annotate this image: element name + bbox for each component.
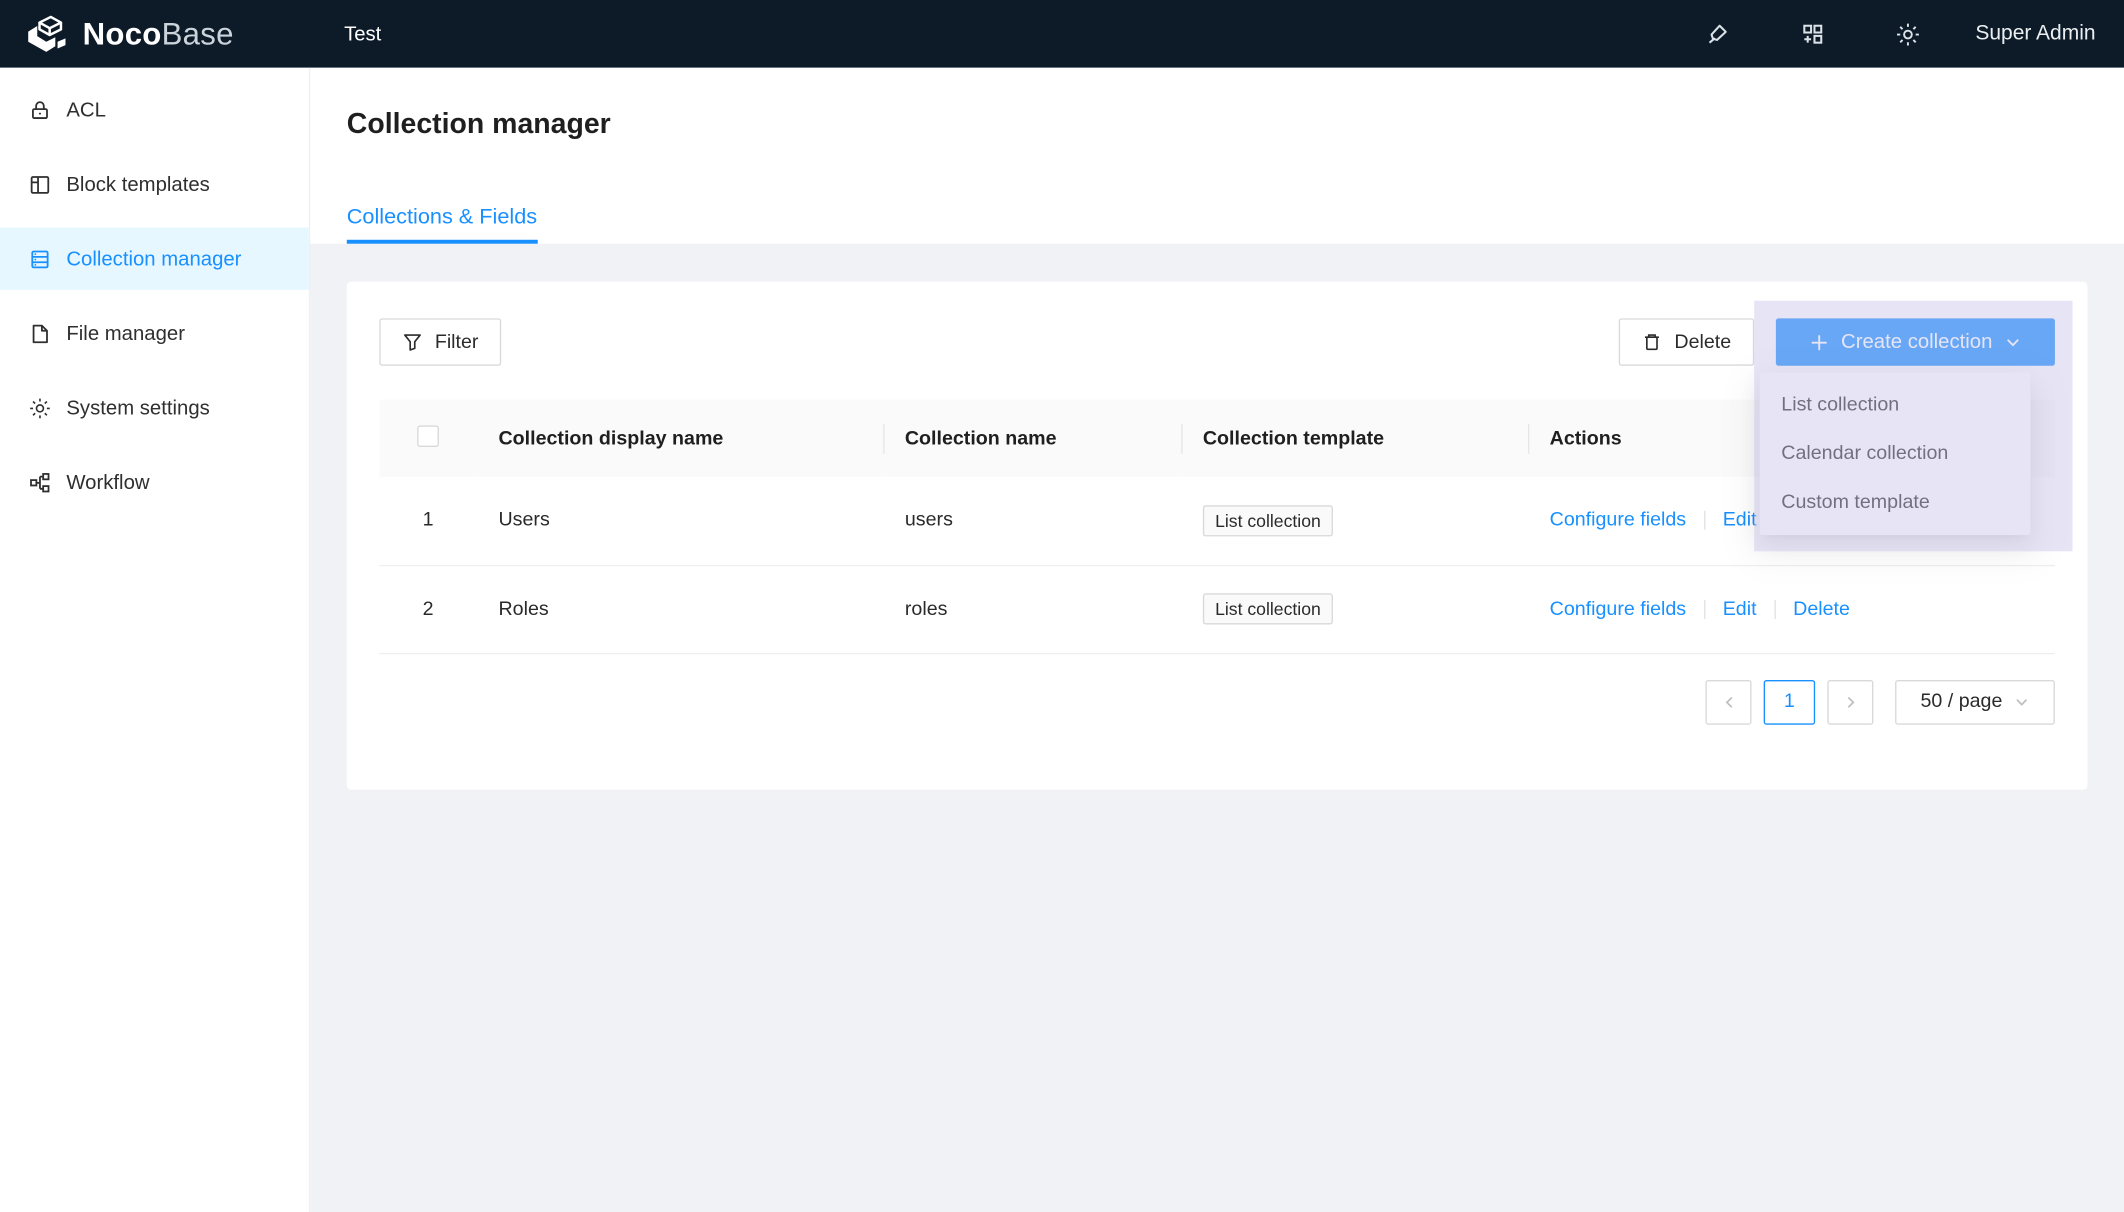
page-title: Collection manager — [347, 108, 2124, 141]
cell-collection-name: users — [883, 477, 1181, 565]
page-header: Collection manager Collections & Fields — [310, 68, 2124, 244]
tab-collections-and-fields[interactable]: Collections & Fields — [347, 203, 537, 244]
sidebar-item-label: System settings — [66, 396, 209, 419]
template-badge: List collection — [1203, 593, 1333, 624]
sidebar-item-workflow[interactable]: Workflow — [0, 451, 309, 513]
page-size-value: 50 / page — [1920, 691, 2002, 713]
filter-button[interactable]: Filter — [379, 318, 501, 365]
next-page-button[interactable] — [1827, 679, 1873, 724]
top-navbar: NocoBase Test — [0, 0, 2124, 68]
select-all-checkbox[interactable] — [417, 425, 439, 447]
create-collection-dropdown: List collection Calendar collection Cust… — [1760, 373, 2031, 536]
create-collection-label: Create collection — [1841, 331, 1992, 354]
chevron-left-icon — [1721, 694, 1736, 709]
tabs-bar: Collections & Fields — [347, 203, 2124, 244]
sidebar-item-label: ACL — [66, 98, 106, 121]
filter-button-label: Filter — [435, 331, 479, 353]
delete-button[interactable]: Delete — [1619, 318, 1754, 365]
nav-menu-item-test[interactable]: Test — [344, 22, 381, 45]
file-icon — [28, 322, 51, 345]
sidebar-item-label: Workflow — [66, 471, 149, 494]
card-toolbar: Filter Delete — [379, 318, 2055, 365]
sidebar-item-system-settings[interactable]: System settings — [0, 377, 309, 439]
sidebar-item-acl[interactable]: ACL — [0, 79, 309, 141]
column-header-collection-name: Collection name — [883, 400, 1181, 477]
column-header-display-name: Collection display name — [477, 400, 883, 477]
delete-button-label: Delete — [1674, 331, 1731, 353]
cell-template: List collection — [1181, 477, 1528, 565]
sidebar-item-label: Block templates — [66, 173, 209, 196]
menu-item-custom-template[interactable]: Custom template — [1760, 478, 2031, 527]
logo-text: NocoBase — [83, 18, 234, 49]
prev-page-button[interactable] — [1705, 679, 1751, 724]
pagination: 1 50 / page — [379, 679, 2055, 724]
cell-display-name: Users — [477, 477, 883, 565]
delete-link[interactable]: Delete — [1793, 598, 1850, 620]
layout-icon — [28, 173, 51, 196]
configure-fields-link[interactable]: Configure fields — [1550, 510, 1686, 532]
workflow-icon — [28, 471, 51, 494]
edit-link[interactable]: Edit — [1723, 510, 1757, 532]
divider — [1704, 600, 1705, 619]
select-all-header-cell — [379, 400, 477, 477]
logo-text-primary: Noco — [83, 16, 162, 51]
cell-actions: Configure fields Edit Delete — [1528, 565, 2055, 653]
settings-sidebar: ACL Block templates Collection manager — [0, 68, 310, 1212]
template-badge: List collection — [1203, 505, 1333, 536]
nocobase-cube-icon — [24, 14, 70, 55]
appstore-add-icon[interactable] — [1801, 22, 1825, 46]
edit-link[interactable]: Edit — [1723, 598, 1757, 620]
sidebar-item-label: File manager — [66, 322, 185, 345]
chevron-down-icon — [2005, 334, 2021, 350]
lock-icon — [28, 98, 51, 121]
column-header-template: Collection template — [1181, 400, 1528, 477]
toolbar-right: Delete Create collection — [1619, 318, 2055, 365]
row-index[interactable]: 2 — [379, 565, 477, 653]
sidebar-item-label: Collection manager — [66, 247, 241, 270]
menu-item-calendar-collection[interactable]: Calendar collection — [1760, 429, 2031, 478]
page-number-1[interactable]: 1 — [1764, 679, 1815, 724]
logo[interactable]: NocoBase — [0, 14, 310, 55]
highlight-icon[interactable] — [1706, 22, 1730, 46]
logo-text-secondary: Base — [162, 16, 234, 51]
main-layout: ACL Block templates Collection manager — [0, 68, 2124, 1212]
page-size-select[interactable]: 50 / page — [1895, 679, 2055, 724]
cell-template: List collection — [1181, 565, 1528, 653]
gear-icon[interactable] — [1895, 21, 1921, 47]
cell-collection-name: roles — [883, 565, 1181, 653]
chevron-down-icon — [2015, 694, 2030, 709]
collections-card: Filter Delete — [347, 282, 2088, 789]
navbar-right: Super Admin — [1635, 21, 2124, 47]
table-row: 2 Roles roles List collection Configure … — [379, 565, 2055, 653]
divider — [1774, 600, 1775, 619]
plus-icon — [1810, 333, 1829, 352]
sidebar-item-collection-manager[interactable]: Collection manager — [0, 228, 309, 290]
user-menu[interactable]: Super Admin — [1975, 22, 2095, 46]
collection-icon — [28, 247, 51, 270]
chevron-right-icon — [1843, 694, 1858, 709]
divider — [1704, 511, 1705, 530]
filter-icon — [402, 332, 422, 352]
app-root: NocoBase Test — [0, 0, 2124, 1212]
create-collection-button[interactable]: Create collection — [1776, 318, 2055, 365]
gear-icon — [28, 396, 51, 419]
row-index[interactable]: 1 — [379, 477, 477, 565]
trash-icon — [1642, 332, 1662, 352]
sidebar-item-file-manager[interactable]: File manager — [0, 302, 309, 364]
menu-item-list-collection[interactable]: List collection — [1760, 381, 2031, 430]
main-area: Collection manager Collections & Fields … — [310, 68, 2124, 1212]
cell-display-name: Roles — [477, 565, 883, 653]
configure-fields-link[interactable]: Configure fields — [1550, 598, 1686, 620]
sidebar-item-block-templates[interactable]: Block templates — [0, 153, 309, 215]
